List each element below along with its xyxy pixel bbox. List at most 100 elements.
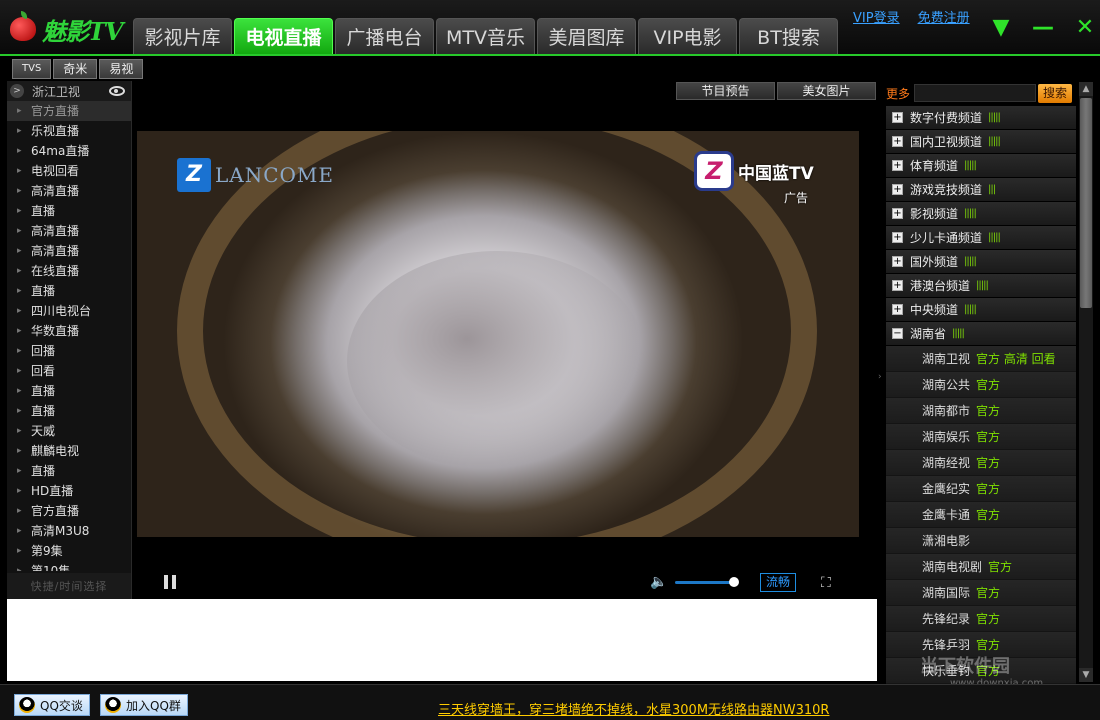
expand-icon[interactable]: + [892,304,903,315]
schedule-button[interactable]: 节目预告 [676,82,775,100]
pause-icon[interactable] [164,575,176,589]
chevron-right-icon[interactable]: > [10,84,24,98]
channel-item[interactable]: 湖南都市 官方 [886,398,1076,424]
category-item[interactable]: + 数字付费频道 ||||| [886,106,1076,130]
volume-slider-handle[interactable] [729,577,739,587]
more-link[interactable]: 更多 [886,85,914,102]
qq-chat-button[interactable]: QQ交谈 [14,694,90,716]
category-item[interactable]: + 体育频道 ||||| [886,154,1076,178]
source-item[interactable]: 直播 [7,201,131,221]
scrollbar-thumb[interactable] [1080,98,1092,308]
scroll-up-icon[interactable]: ▲ [1079,82,1093,96]
source-item[interactable]: 直播 [7,461,131,481]
channel-tags[interactable]: 官方 [988,558,1012,575]
tab-radio[interactable]: 广播电台 [335,18,434,54]
register-link[interactable]: 免费注册 [918,7,970,26]
category-item[interactable]: + 国内卫视频道 ||||| [886,130,1076,154]
channel-tags[interactable]: 官方 [976,506,1000,523]
category-item[interactable]: + 游戏竞技频道 ||| [886,178,1076,202]
source-item[interactable]: 高清直播 [7,181,131,201]
volume-slider-track[interactable] [675,581,734,584]
source-item[interactable]: 华数直播 [7,321,131,341]
channel-item[interactable]: 金鹰纪实 官方 [886,476,1076,502]
tab-bt-search[interactable]: BT搜索 [739,18,838,54]
source-item[interactable]: 64ma直播 [7,141,131,161]
source-item[interactable]: 四川电视台 [7,301,131,321]
channel-tags[interactable]: 官方 [976,454,1000,471]
channel-item[interactable]: 湖南国际 官方 [886,580,1076,606]
source-item[interactable]: 第9集 [7,541,131,561]
channel-search-input[interactable] [914,84,1036,102]
category-item[interactable]: + 国外频道 ||||| [886,250,1076,274]
source-item[interactable]: 官方直播 [7,501,131,521]
expand-icon[interactable]: + [892,184,903,195]
collapse-handle-icon[interactable]: › [878,372,884,386]
category-item[interactable]: − 湖南省 ||||| [886,322,1076,346]
source-item[interactable]: 麒麟电视 [7,441,131,461]
ad-link[interactable]: 三天线穿墙王，穿三堵墙绝不掉线，水星300M无线路由器NW310R [438,699,829,718]
category-item[interactable]: + 少儿卡通频道 ||||| [886,226,1076,250]
source-tab-tvs[interactable]: TVS [12,59,52,79]
channel-tags[interactable]: 官方 [976,428,1000,445]
channel-tags[interactable]: 官方 [976,610,1000,627]
channel-tags[interactable]: 官方 [976,480,1000,497]
channel-item[interactable]: 湖南公共 官方 [886,372,1076,398]
quality-selector[interactable]: 流畅 [760,573,796,592]
expand-icon[interactable]: + [892,160,903,171]
source-item[interactable]: 第10集 [7,561,131,571]
search-button[interactable]: 搜索 [1038,83,1072,103]
source-item[interactable]: 直播 [7,381,131,401]
channel-tags[interactable]: 官方 [976,636,1000,653]
expand-icon[interactable]: + [892,232,903,243]
expand-icon[interactable]: + [892,136,903,147]
channel-item[interactable]: 湖南娱乐 官方 [886,424,1076,450]
photos-button[interactable]: 美女图片 [777,82,876,100]
tab-gallery[interactable]: 美眉图库 [537,18,636,54]
channel-item[interactable]: 湖南卫视 官方 高清 回看 [886,346,1076,372]
channel-tags[interactable]: 官方 [976,402,1000,419]
channel-tags[interactable]: 官方 [976,584,1000,601]
channel-item[interactable]: 湖南经视 官方 [886,450,1076,476]
source-item[interactable]: 直播 [7,281,131,301]
minimize-icon[interactable]: — [1032,17,1054,39]
source-item[interactable]: 高清M3U8 [7,521,131,541]
source-item[interactable]: 回播 [7,341,131,361]
collapse-icon[interactable]: − [892,328,903,339]
channel-item[interactable]: 金鹰卡通 官方 [886,502,1076,528]
source-tab-qimi[interactable]: 奇米 [53,59,98,79]
channel-item[interactable]: 先锋纪录 官方 [886,606,1076,632]
channel-scrollbar[interactable]: ▲ ▼ [1079,82,1093,682]
tab-movie-library[interactable]: 影视片库 [133,18,232,54]
source-item[interactable]: 乐视直播 [7,121,131,141]
tab-tv-live[interactable]: 电视直播 [234,18,333,54]
source-item[interactable]: 天威 [7,421,131,441]
category-item[interactable]: + 中央频道 ||||| [886,298,1076,322]
vip-login-link[interactable]: VIP登录 [853,7,900,26]
expand-icon[interactable]: + [892,256,903,267]
expand-icon[interactable]: + [892,112,903,123]
source-item[interactable]: HD直播 [7,481,131,501]
source-item[interactable]: 直播 [7,401,131,421]
source-tab-yishi[interactable]: 易视 [99,59,144,79]
source-item[interactable]: 高清直播 [7,241,131,261]
channel-tags[interactable]: 官方 [976,376,1000,393]
source-item[interactable]: 在线直播 [7,261,131,281]
channel-tags[interactable]: 官方 高清 回看 [976,350,1056,367]
quick-time-select[interactable]: 快捷/时间选择 [7,573,131,601]
video-frame[interactable]: Z LANCOME Z 中国蓝TV 广告 [137,131,859,537]
menu-dropdown-icon[interactable]: ▼ [990,17,1012,39]
tab-mtv-music[interactable]: MTV音乐 [436,18,535,54]
eye-icon[interactable] [109,86,125,96]
tab-vip-movies[interactable]: VIP电影 [638,18,737,54]
join-qq-group-button[interactable]: 加入QQ群 [100,694,188,716]
close-icon[interactable]: ✕ [1074,17,1096,39]
scroll-down-icon[interactable]: ▼ [1079,668,1093,682]
channel-item[interactable]: 湖南电视剧 官方 [886,554,1076,580]
fullscreen-icon[interactable]: ⛶ [821,575,831,591]
category-item[interactable]: + 港澳台频道 ||||| [886,274,1076,298]
source-item[interactable]: 高清直播 [7,221,131,241]
category-item[interactable]: + 影视频道 ||||| [886,202,1076,226]
volume-icon[interactable]: 🔈 [650,574,667,590]
source-item[interactable]: 官方直播 [7,101,131,121]
expand-icon[interactable]: + [892,208,903,219]
